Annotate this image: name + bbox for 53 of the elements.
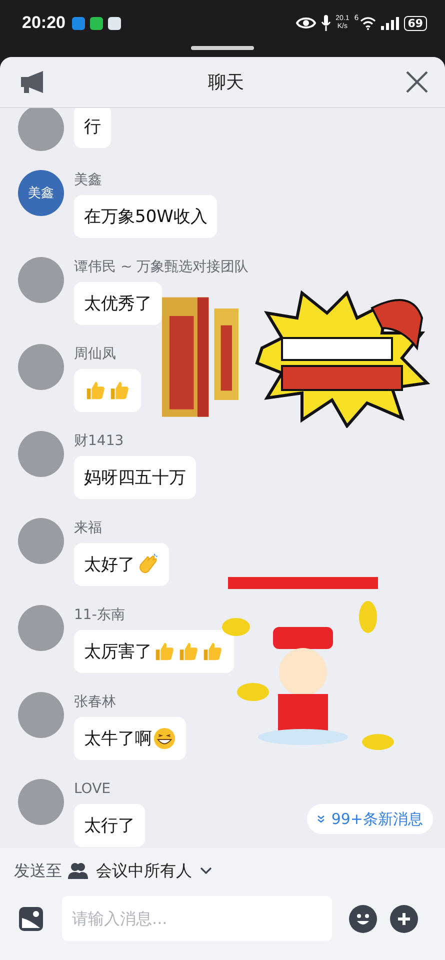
app-icon	[108, 16, 122, 30]
thumbs-up-icon	[108, 379, 131, 402]
message-text: 太优秀了	[84, 293, 152, 315]
thumbs-up-icon	[201, 640, 224, 663]
grinning-face-icon	[153, 727, 176, 750]
panel-title: 聊天	[207, 71, 245, 94]
sender-name: 谭伟民 ~ 万象甄选对接团队	[74, 258, 249, 277]
message-text: 在万象50W收入	[84, 206, 208, 228]
thumbs-up-icon	[177, 640, 200, 663]
sender-name: 财1413	[74, 432, 125, 451]
signal-icon	[380, 16, 399, 30]
battery-icon: 69	[404, 16, 427, 30]
avatar-photo-placeholder[interactable]	[18, 108, 64, 151]
avatar-photo-placeholder[interactable]	[18, 344, 64, 390]
avatar-photo-placeholder[interactable]	[18, 605, 64, 651]
new-messages-button[interactable]: 99+条新消息	[307, 804, 433, 834]
avatar-photo-placeholder[interactable]	[18, 431, 64, 477]
chat-app-icon	[90, 16, 104, 30]
message-text: 太好了	[84, 554, 135, 576]
message-text: 行	[84, 116, 101, 138]
sender-name: LOVE	[74, 780, 112, 799]
recipient-selector[interactable]: 会议中所有人	[68, 860, 212, 882]
message-text: 妈呀四五十万	[84, 467, 186, 489]
avatar-photo-placeholder[interactable]	[18, 779, 64, 825]
message-input-field[interactable]: 请输入消息...	[62, 896, 332, 941]
message-text: 太厉害了	[84, 641, 152, 663]
status-time: 20:20	[22, 13, 66, 33]
avatar-photo-placeholder[interactable]	[18, 518, 64, 564]
sender-name: 周仙凤	[74, 345, 117, 364]
people-icon	[68, 862, 88, 880]
drag-handle[interactable]	[191, 46, 254, 50]
microphone-icon	[320, 15, 331, 31]
sender-name: 美鑫	[74, 171, 103, 190]
chevron-down-icon	[200, 867, 212, 875]
app-icon	[72, 16, 86, 30]
sender-name: 张春林	[74, 693, 117, 712]
double-chevron-icon	[317, 815, 326, 823]
thumbs-up-icon	[153, 640, 176, 663]
wifi-icon	[360, 16, 376, 30]
sender-name: 11-东南	[74, 606, 126, 625]
emoji-icon[interactable]	[349, 904, 377, 932]
eye-icon	[296, 16, 316, 30]
message-text: 太行了	[84, 815, 135, 837]
close-icon[interactable]	[405, 70, 429, 94]
plus-icon[interactable]	[390, 904, 418, 932]
image-icon[interactable]	[18, 906, 44, 932]
sender-name: 来福	[74, 519, 103, 538]
message-text: 太牛了啊	[84, 728, 152, 750]
avatar[interactable]: 美鑫	[18, 170, 64, 216]
thumbs-up-icon	[84, 379, 107, 402]
avatar-photo-placeholder[interactable]	[18, 692, 64, 738]
avatar-photo-placeholder[interactable]	[18, 257, 64, 303]
send-to-label: 发送至	[14, 860, 62, 882]
